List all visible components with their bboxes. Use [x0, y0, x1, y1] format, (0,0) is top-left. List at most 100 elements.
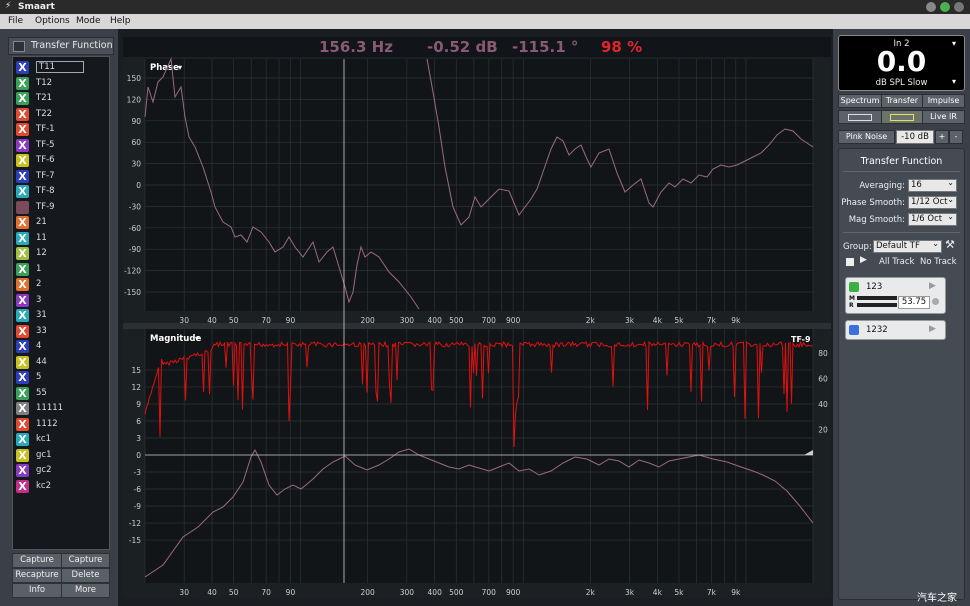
- trace-item[interactable]: X 31: [16, 309, 106, 324]
- trace-toggle-icon[interactable]: X: [16, 262, 29, 276]
- tab-transfer[interactable]: Transfer: [881, 94, 923, 108]
- level-minus-button[interactable]: -: [949, 130, 963, 144]
- tab-spectrum[interactable]: Spectrum: [838, 94, 882, 108]
- trace-toggle-icon[interactable]: X: [16, 324, 29, 338]
- phase-dropdown-icon[interactable]: ▾: [178, 63, 182, 72]
- measurement-play-icon[interactable]: ▶: [929, 281, 936, 291]
- trace-toggle-icon[interactable]: X: [16, 433, 29, 446]
- averaging-select[interactable]: 16: [908, 177, 957, 192]
- trace-toggle-icon[interactable]: X: [16, 417, 29, 431]
- trace-item[interactable]: Xkc1: [16, 433, 106, 448]
- trace-label[interactable]: gc1: [36, 450, 51, 460]
- trace-label[interactable]: 5: [36, 372, 41, 382]
- trace-label[interactable]: 2: [36, 279, 41, 289]
- trace-label[interactable]: T11: [36, 61, 85, 73]
- measurement2-play-icon[interactable]: ▶: [929, 324, 936, 334]
- play-icon[interactable]: ▶: [860, 255, 867, 265]
- maximize-icon[interactable]: [940, 2, 950, 12]
- trace-toggle-icon[interactable]: X: [16, 448, 29, 462]
- pink-noise-level[interactable]: -10 dB: [896, 130, 934, 144]
- trace-label[interactable]: kc1: [36, 434, 51, 444]
- trace-item[interactable]: TF-9: [16, 200, 106, 216]
- trace-toggle-icon[interactable]: X: [16, 386, 29, 400]
- trace-label[interactable]: T22: [36, 109, 52, 119]
- menu-options[interactable]: Options: [35, 16, 70, 26]
- trace-item[interactable]: X TF-8: [16, 185, 106, 200]
- trace-item[interactable]: X TF-1: [16, 123, 106, 138]
- mag-smooth-select[interactable]: 1/6 Oct: [908, 211, 957, 226]
- trace-item[interactable]: X2: [16, 278, 106, 293]
- trace-label[interactable]: 1112: [36, 419, 58, 429]
- trace-item[interactable]: X 11111: [16, 402, 106, 417]
- trace-label[interactable]: 31: [36, 310, 47, 320]
- measurement-status-icon[interactable]: [932, 298, 939, 305]
- trace-toggle-icon[interactable]: X: [16, 355, 29, 369]
- trace-label[interactable]: TF-1: [36, 124, 55, 134]
- meter-dropdown-icon[interactable]: ▾: [952, 39, 956, 48]
- measurement2-color-icon[interactable]: [849, 325, 859, 335]
- trace-toggle-icon[interactable]: [16, 200, 29, 214]
- trace-label[interactable]: 55: [36, 388, 47, 398]
- trace-toggle-icon[interactable]: X: [16, 185, 29, 198]
- close-icon[interactable]: [954, 2, 964, 12]
- trace-item[interactable]: X 12: [16, 247, 106, 262]
- trace-label[interactable]: 21: [36, 217, 47, 227]
- trace-toggle-icon[interactable]: X: [16, 247, 29, 260]
- measurement-123[interactable]: 123 ▶ M R 53.75: [845, 277, 946, 314]
- trace-toggle-icon[interactable]: X: [16, 340, 29, 353]
- trace-item[interactable]: X 44: [16, 355, 106, 371]
- trace-label[interactable]: 11111: [36, 403, 63, 413]
- trace-label[interactable]: gc2: [36, 465, 51, 475]
- trace-item[interactable]: X 21: [16, 216, 106, 231]
- measurement-delay[interactable]: 53.75: [898, 296, 930, 309]
- all-track-button[interactable]: All Track: [879, 257, 914, 267]
- group-select[interactable]: Default TF: [873, 238, 942, 253]
- live-ir-button[interactable]: Live IR: [922, 110, 965, 124]
- trace-item[interactable]: Xgc1: [16, 448, 106, 464]
- trace-label[interactable]: T21: [36, 93, 52, 103]
- trace-label[interactable]: 3: [36, 295, 41, 305]
- trace-item[interactable]: X5: [16, 371, 106, 386]
- trace-item[interactable]: X 55: [16, 386, 106, 402]
- trace-label[interactable]: kc2: [36, 481, 51, 491]
- trace-toggle-icon[interactable]: X: [16, 479, 29, 493]
- menu-help[interactable]: Help: [110, 16, 131, 26]
- trace-item[interactable]: X T22: [16, 107, 106, 123]
- capture-all-button[interactable]: Capture All: [61, 553, 110, 578]
- trace-label[interactable]: T12: [36, 78, 52, 88]
- trace-toggle-icon[interactable]: X: [16, 61, 29, 74]
- trace-toggle-icon[interactable]: X: [16, 123, 29, 136]
- trace-item[interactable]: X 33: [16, 324, 106, 340]
- magnitude-plot-label[interactable]: Magnitude: [150, 334, 201, 344]
- trace-toggle-icon[interactable]: X: [16, 138, 29, 152]
- trace-toggle-icon[interactable]: X: [16, 107, 29, 121]
- trace-toggle-icon[interactable]: X: [16, 216, 29, 229]
- trace-item[interactable]: X3: [16, 293, 106, 309]
- trace-item[interactable]: X T11: [16, 61, 106, 76]
- trace-toggle-icon[interactable]: X: [16, 278, 29, 291]
- measurement-color-icon[interactable]: [849, 282, 859, 292]
- menu-file[interactable]: File: [8, 16, 23, 26]
- trace-item[interactable]: X T12: [16, 76, 106, 92]
- phase-smooth-select[interactable]: 1/12 Oct: [908, 194, 957, 209]
- trace-item[interactable]: X TF-7: [16, 169, 106, 185]
- trace-toggle-icon[interactable]: X: [16, 169, 29, 183]
- trace-toggle-icon[interactable]: X: [16, 293, 29, 307]
- dual-view-button[interactable]: [881, 110, 923, 124]
- trace-item[interactable]: X 11: [16, 231, 106, 247]
- trace-label[interactable]: TF-8: [36, 186, 55, 196]
- trace-label[interactable]: 11: [36, 233, 47, 243]
- meter-units-dropdown-icon[interactable]: ▾: [952, 77, 956, 86]
- trace-item[interactable]: Xgc2: [16, 464, 106, 479]
- spl-meter[interactable]: In 2 0.0 dB SPL Slow ▾ ▾: [838, 35, 965, 91]
- trace-label[interactable]: 4: [36, 341, 41, 351]
- more-button[interactable]: More: [61, 583, 110, 598]
- pink-noise-button[interactable]: Pink Noise: [838, 130, 895, 144]
- tab-impulse[interactable]: Impulse: [922, 94, 965, 108]
- menu-mode[interactable]: Mode: [76, 16, 101, 26]
- trace-label[interactable]: 44: [36, 357, 47, 367]
- single-view-button[interactable]: [838, 110, 882, 124]
- collapse-icon[interactable]: [13, 41, 25, 52]
- trace-label[interactable]: TF-6: [36, 155, 55, 165]
- trace-toggle-icon[interactable]: X: [16, 371, 29, 384]
